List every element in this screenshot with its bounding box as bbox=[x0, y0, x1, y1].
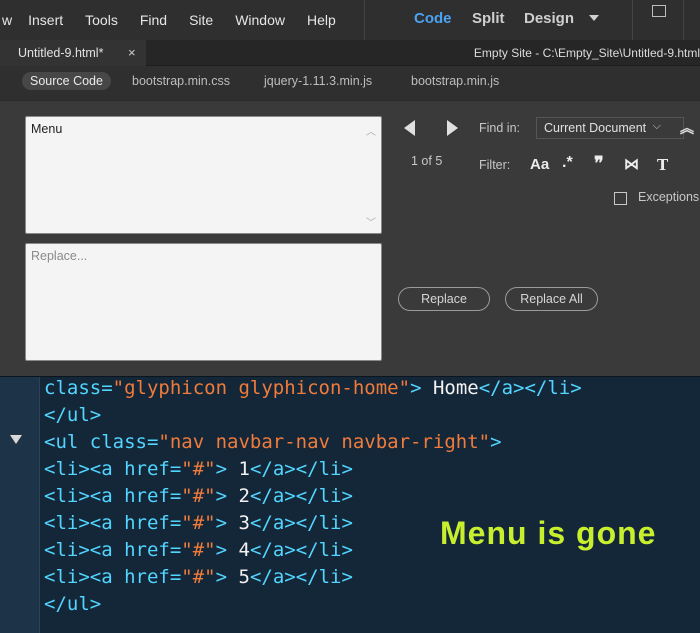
annotation-text: Menu is gone bbox=[440, 515, 657, 551]
document-tab-label: Untitled-9.html* bbox=[18, 46, 104, 60]
filter-label: Filter: bbox=[479, 158, 511, 172]
chevron-down-icon: ⌵ bbox=[652, 120, 661, 132]
text-icon[interactable]: T bbox=[657, 156, 668, 174]
design-mode-button[interactable]: Design bbox=[524, 10, 574, 27]
next-match-icon[interactable] bbox=[447, 120, 458, 136]
related-file-source-code[interactable]: Source Code bbox=[22, 72, 111, 90]
find-replace-panel: Menu ︿ ﹀ Replace... Find in: Current Doc… bbox=[0, 100, 700, 376]
menu-site[interactable]: Site bbox=[189, 12, 213, 28]
scroll-down-icon[interactable]: ﹀ bbox=[366, 214, 376, 229]
previous-match-icon[interactable] bbox=[404, 120, 415, 136]
scroll-up-icon[interactable]: ︿ bbox=[366, 123, 376, 138]
replace-input[interactable]: Replace... bbox=[25, 243, 382, 361]
menu-tools[interactable]: Tools bbox=[85, 12, 118, 28]
code-line: <li><a href="#"> 4</a></li> bbox=[44, 539, 353, 561]
tag-icon[interactable]: ⋈ bbox=[624, 155, 639, 173]
minimize-icon[interactable] bbox=[652, 5, 666, 17]
related-files-bar: Source Code bootstrap.min.css jquery-1.1… bbox=[0, 66, 700, 100]
code-line: <li><a href="#"> 1</a></li> bbox=[44, 458, 353, 480]
line-gutter bbox=[0, 377, 40, 633]
chevron-down-icon[interactable] bbox=[589, 15, 599, 21]
code-editor[interactable]: class="glyphicon glyphicon-home"> Home</… bbox=[0, 376, 700, 633]
replace-all-button[interactable]: Replace All bbox=[505, 287, 598, 311]
menu-insert[interactable]: Insert bbox=[28, 12, 63, 28]
replace-all-button-label: Replace All bbox=[520, 292, 583, 306]
code-line: <li><a href="#"> 3</a></li> bbox=[44, 512, 353, 534]
code-line: </ul> bbox=[44, 593, 102, 615]
menu-view[interactable]: w bbox=[2, 12, 12, 28]
fold-arrow-icon[interactable] bbox=[10, 435, 22, 444]
replace-input-placeholder: Replace... bbox=[31, 249, 88, 263]
document-tab-bar: Untitled-9.html* × Empty Site - C:\Empty… bbox=[0, 40, 700, 66]
find-in-select[interactable]: Current Document ⌵ bbox=[536, 117, 684, 139]
code-mode-button[interactable]: Code bbox=[414, 10, 452, 27]
divider bbox=[683, 0, 684, 40]
code-line: class="glyphicon glyphicon-home"> Home</… bbox=[44, 377, 582, 399]
code-line: </ul> bbox=[44, 404, 102, 426]
related-file-bootstrap-css[interactable]: bootstrap.min.css bbox=[132, 74, 230, 88]
replace-button-label: Replace bbox=[421, 292, 467, 306]
match-count: 1 of 5 bbox=[411, 154, 443, 168]
exceptions-checkbox[interactable] bbox=[614, 192, 627, 205]
related-file-bootstrap-js[interactable]: bootstrap.min.js bbox=[411, 74, 499, 88]
site-path: Empty Site - C:\Empty_Site\Untitled-9.ht… bbox=[473, 46, 700, 60]
code-line: <li><a href="#"> 2</a></li> bbox=[44, 485, 353, 507]
find-input[interactable]: Menu ︿ ﹀ bbox=[25, 116, 382, 234]
find-in-label: Find in: bbox=[479, 121, 520, 135]
find-in-value: Current Document bbox=[544, 121, 647, 135]
menu-find[interactable]: Find bbox=[140, 12, 167, 28]
close-icon[interactable]: × bbox=[128, 45, 136, 60]
exceptions-label: Exceptions bbox=[638, 190, 700, 204]
related-file-jquery[interactable]: jquery-1.11.3.min.js bbox=[264, 74, 372, 88]
match-case-icon[interactable]: Aa bbox=[530, 156, 549, 173]
divider bbox=[364, 0, 365, 40]
document-tab[interactable]: Untitled-9.html* × bbox=[0, 40, 146, 66]
replace-button[interactable]: Replace bbox=[398, 287, 490, 311]
divider bbox=[632, 0, 633, 40]
quote-icon[interactable]: ❞ bbox=[594, 153, 604, 174]
menu-help[interactable]: Help bbox=[307, 12, 336, 28]
code-line: <li><a href="#"> 5</a></li> bbox=[44, 566, 353, 588]
split-mode-button[interactable]: Split bbox=[472, 10, 505, 27]
code-line: <ul class="nav navbar-nav navbar-right"> bbox=[44, 431, 502, 453]
menu-window[interactable]: Window bbox=[235, 12, 285, 28]
collapse-icon[interactable]: ︽ bbox=[680, 118, 694, 138]
find-input-value: Menu bbox=[31, 122, 63, 136]
regex-icon[interactable]: .* bbox=[562, 154, 573, 172]
